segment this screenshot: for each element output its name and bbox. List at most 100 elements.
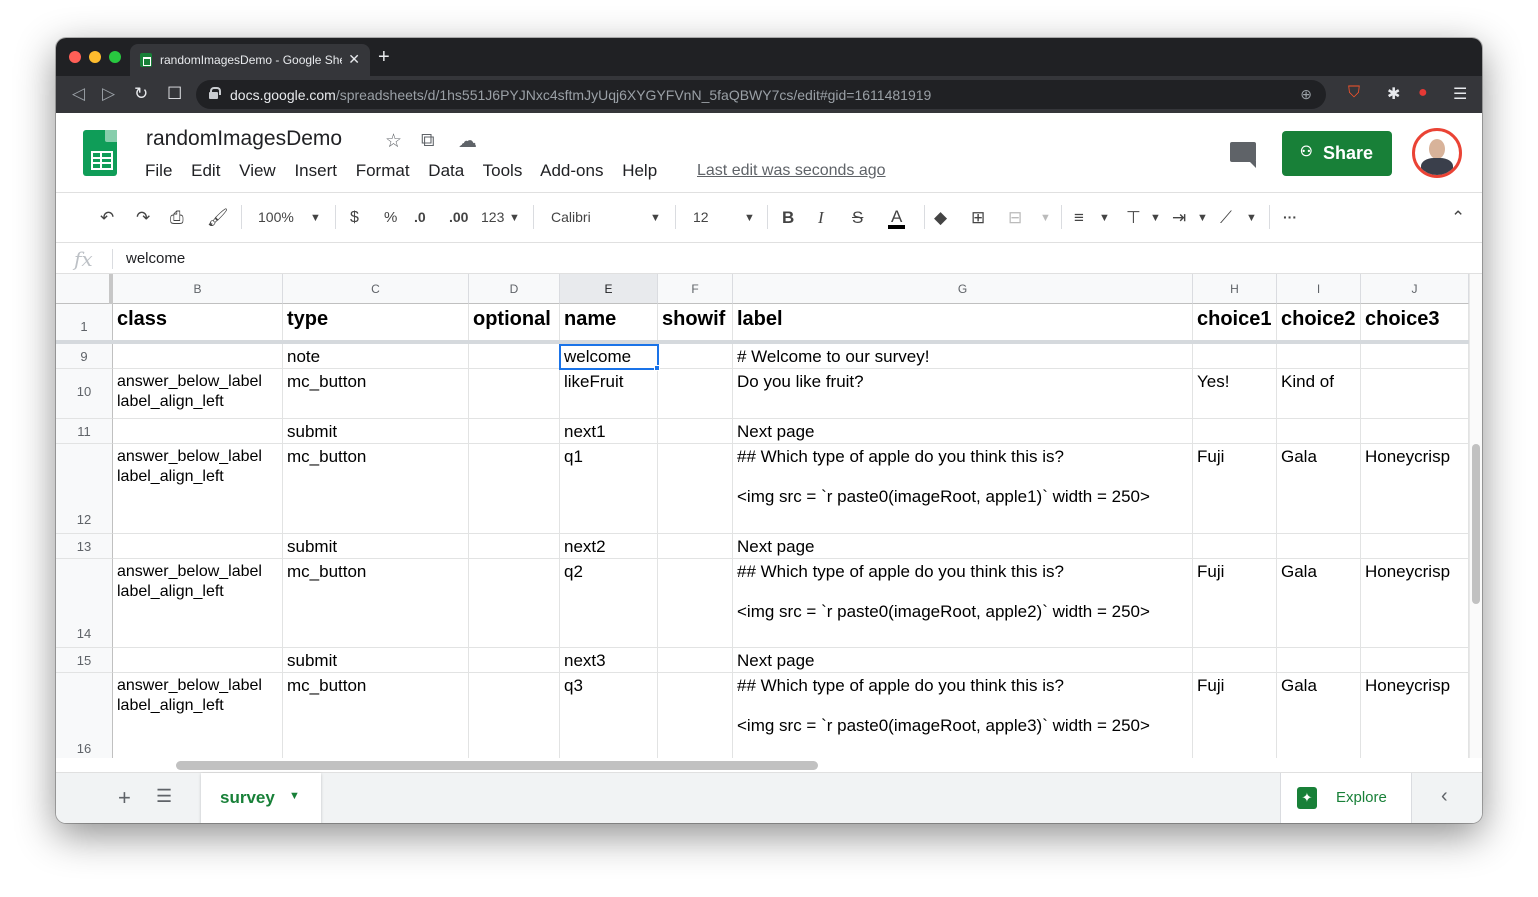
address-bar[interactable]: docs.google.com/spreadsheets/d/1hs551J6P…: [196, 80, 1326, 109]
menu-insert[interactable]: Insert: [294, 161, 337, 180]
brave-shield-icon[interactable]: ⛉: [1348, 84, 1360, 102]
last-edit-link[interactable]: Last edit was seconds ago: [697, 162, 886, 180]
cell[interactable]: Fuji: [1193, 559, 1277, 648]
cell[interactable]: mc_button: [283, 444, 469, 534]
bookmark-icon[interactable]: ☐: [167, 84, 182, 104]
cell[interactable]: answer_below_label label_align_left: [113, 559, 283, 648]
cell[interactable]: Next page: [733, 419, 1193, 444]
zoom-select[interactable]: 100%: [258, 209, 294, 225]
cell[interactable]: [469, 534, 560, 559]
zoom-icon[interactable]: ⊕: [1300, 86, 1312, 103]
select-all-corner[interactable]: [56, 274, 113, 304]
cell[interactable]: [113, 648, 283, 673]
spreadsheet-grid[interactable]: B C D E F G H I J 1 class type optional name showif lab…: [56, 274, 1469, 758]
all-sheets-icon[interactable]: ☰: [156, 786, 172, 807]
cell[interactable]: [469, 369, 560, 419]
font-size-select[interactable]: 12: [693, 209, 709, 225]
row-header-15[interactable]: 15: [56, 648, 113, 673]
cell[interactable]: [469, 419, 560, 444]
cell[interactable]: Honeycrisp: [1361, 673, 1469, 758]
row-header-1[interactable]: 1: [56, 304, 113, 341]
cell[interactable]: [469, 444, 560, 534]
maximize-window-button[interactable]: [109, 51, 121, 63]
row-header-9[interactable]: 9: [56, 344, 113, 369]
extensions-icon[interactable]: ✱: [1387, 84, 1400, 104]
more-tools-button[interactable]: ···: [1283, 209, 1297, 225]
column-header-f[interactable]: F: [658, 274, 733, 304]
currency-format-button[interactable]: $: [350, 209, 359, 227]
vertical-align-icon[interactable]: ⊤: [1126, 208, 1141, 228]
row-header-13[interactable]: 13: [56, 534, 113, 559]
cell[interactable]: submit: [283, 534, 469, 559]
borders-icon[interactable]: ⊞: [971, 208, 985, 228]
document-title[interactable]: randomImagesDemo: [146, 127, 342, 151]
cell[interactable]: ## Which type of apple do you think this…: [733, 444, 1193, 534]
cell[interactable]: mc_button: [283, 673, 469, 758]
cell[interactable]: ## Which type of apple do you think this…: [733, 559, 1193, 648]
align-left-icon[interactable]: ≡: [1074, 208, 1084, 228]
row-header-12[interactable]: 12: [56, 444, 113, 534]
italic-button[interactable]: I: [818, 208, 824, 228]
browser-tab[interactable]: randomImagesDemo - Google Sheets ✕: [130, 44, 370, 76]
cell[interactable]: Kind of: [1277, 369, 1361, 419]
column-header-g[interactable]: G: [733, 274, 1193, 304]
bold-button[interactable]: B: [782, 208, 794, 228]
header-cell[interactable]: choice3: [1361, 304, 1469, 341]
collapse-menus-icon[interactable]: ⌃: [1451, 208, 1465, 228]
more-formats-button[interactable]: 123: [481, 209, 504, 225]
new-tab-icon[interactable]: +: [378, 46, 390, 69]
cell[interactable]: answer_below_label label_align_left: [113, 444, 283, 534]
horizontal-scroll-thumb[interactable]: [176, 761, 818, 770]
explore-button[interactable]: ✦ Explore: [1280, 773, 1412, 823]
cell[interactable]: next3: [560, 648, 658, 673]
cell[interactable]: [469, 648, 560, 673]
cell[interactable]: Do you like fruit?: [733, 369, 1193, 419]
cell[interactable]: [1193, 344, 1277, 369]
frozen-row-divider[interactable]: [56, 340, 1469, 344]
cell[interactable]: [113, 344, 283, 369]
header-cell[interactable]: class: [113, 304, 283, 341]
cell[interactable]: q3: [560, 673, 658, 758]
cell[interactable]: Honeycrisp: [1361, 444, 1469, 534]
cell[interactable]: [658, 419, 733, 444]
merge-cells-icon[interactable]: ⊟: [1008, 208, 1022, 228]
menu-format[interactable]: Format: [356, 161, 410, 180]
undo-icon[interactable]: ↶: [100, 208, 114, 228]
cell[interactable]: Next page: [733, 648, 1193, 673]
percent-format-button[interactable]: %: [384, 209, 397, 226]
cell[interactable]: [658, 369, 733, 419]
column-header-c[interactable]: C: [283, 274, 469, 304]
row-header-16[interactable]: 16: [56, 673, 113, 758]
cell[interactable]: [1361, 369, 1469, 419]
header-cell[interactable]: optional: [469, 304, 560, 341]
header-cell[interactable]: label: [733, 304, 1193, 341]
cell[interactable]: [1193, 648, 1277, 673]
column-header-e[interactable]: E: [560, 274, 658, 304]
column-header-j[interactable]: J: [1361, 274, 1469, 304]
add-sheet-icon[interactable]: +: [118, 785, 131, 811]
vertical-scroll-thumb[interactable]: [1472, 444, 1480, 604]
header-cell[interactable]: showif: [658, 304, 733, 341]
cell[interactable]: likeFruit: [560, 369, 658, 419]
column-header-h[interactable]: H: [1193, 274, 1277, 304]
cell[interactable]: [469, 344, 560, 369]
browser-menu-icon[interactable]: ☰: [1453, 84, 1467, 104]
zoom-dropdown-icon[interactable]: ▼: [310, 212, 321, 224]
column-header-d[interactable]: D: [469, 274, 560, 304]
cell[interactable]: [1361, 344, 1469, 369]
text-wrap-icon[interactable]: ⇥: [1172, 208, 1186, 228]
column-header-i[interactable]: I: [1277, 274, 1361, 304]
profile-extension-icon[interactable]: ●: [1418, 84, 1428, 102]
star-icon[interactable]: ☆: [385, 130, 402, 153]
cell[interactable]: [1277, 344, 1361, 369]
menu-edit[interactable]: Edit: [191, 161, 220, 180]
vertical-scrollbar[interactable]: [1469, 274, 1482, 758]
cell[interactable]: [1193, 419, 1277, 444]
cell[interactable]: [1277, 534, 1361, 559]
decrease-decimal-button[interactable]: .0: [414, 209, 426, 225]
cell[interactable]: Gala: [1277, 673, 1361, 758]
strikethrough-button[interactable]: S: [852, 208, 863, 228]
cell[interactable]: [113, 534, 283, 559]
column-header-b[interactable]: B: [113, 274, 283, 304]
row-header-10[interactable]: 10: [56, 369, 113, 419]
